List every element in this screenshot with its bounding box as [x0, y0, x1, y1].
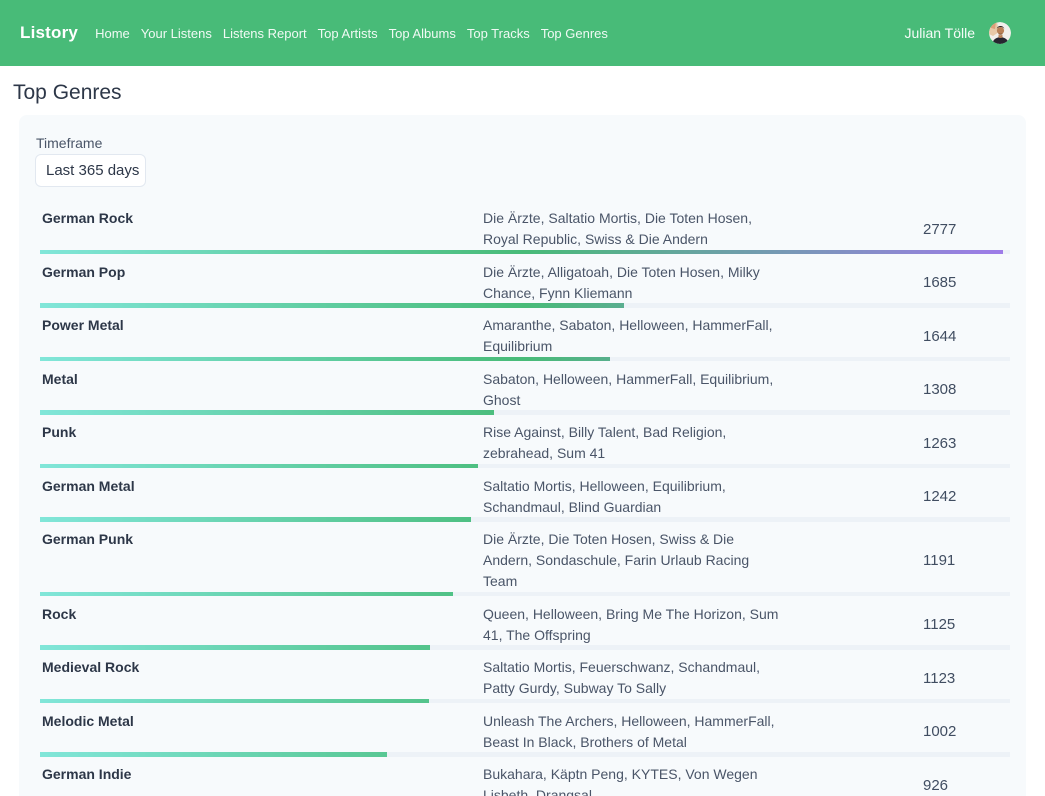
listen-count: 1242 [920, 486, 1010, 507]
genre-row-content: German PopDie Ärzte, Alligatoah, Die Tot… [40, 262, 1010, 304]
genre-row-rock: RockQueen, Helloween, Bring Me The Horiz… [40, 604, 1010, 650]
genre-name: German Pop [40, 262, 481, 283]
genre-row-content: German PunkDie Ärzte, Die Toten Hosen, S… [40, 529, 1010, 592]
artist-list: Die Ärzte, Alligatoah, Die Toten Hosen, … [481, 262, 920, 304]
progress-bar [40, 303, 1010, 308]
genre-row-german-pop: German PopDie Ärzte, Alligatoah, Die Tot… [40, 262, 1010, 308]
progress-bar [40, 357, 1010, 362]
artist-list: Unleash The Archers, Helloween, HammerFa… [481, 711, 920, 753]
nav-link-top-artists[interactable]: Top Artists [318, 26, 378, 41]
genre-row-content: PunkRise Against, Billy Talent, Bad Reli… [40, 422, 1010, 464]
artist-list: Die Ärzte, Die Toten Hosen, Swiss & Die … [481, 529, 920, 592]
genre-row-content: MetalSabaton, Helloween, HammerFall, Equ… [40, 369, 1010, 411]
artist-list: Bukahara, Käptn Peng, KYTES, Von Wegen L… [481, 764, 920, 796]
progress-bar [40, 464, 1010, 469]
artist-list: Amaranthe, Sabaton, Helloween, HammerFal… [481, 315, 920, 357]
genre-row-content: Power MetalAmaranthe, Sabaton, Helloween… [40, 315, 1010, 357]
genre-row-german-indie: German IndieBukahara, Käptn Peng, KYTES,… [40, 764, 1010, 796]
genre-rows: German RockDie Ärzte, Saltatio Mortis, D… [40, 208, 1010, 796]
artist-list: Saltatio Mortis, Helloween, Equilibrium,… [481, 476, 920, 518]
progress-bar-track-rest [624, 303, 1010, 308]
progress-bar-track-rest [471, 517, 1010, 522]
nav-link-home[interactable]: Home [95, 26, 130, 41]
listen-count: 2777 [920, 219, 1010, 240]
genre-name: Melodic Metal [40, 711, 481, 732]
progress-bar [40, 645, 1010, 650]
genre-row-medieval-rock: Medieval RockSaltatio Mortis, Feuerschwa… [40, 657, 1010, 703]
genre-name: German Indie [40, 764, 481, 785]
nav-link-top-genres[interactable]: Top Genres [541, 26, 608, 41]
listen-count: 1685 [920, 272, 1010, 293]
genre-row-content: German RockDie Ärzte, Saltatio Mortis, D… [40, 208, 1010, 250]
nav-link-top-tracks[interactable]: Top Tracks [467, 26, 530, 41]
page-title: Top Genres [13, 80, 1045, 106]
genre-name: Medieval Rock [40, 657, 481, 678]
listen-count: 1644 [920, 326, 1010, 347]
navbar: Listory Home Your Listens Listens Report To… [0, 0, 1045, 66]
genre-row-content: RockQueen, Helloween, Bring Me The Horiz… [40, 604, 1010, 646]
listen-count: 1263 [920, 433, 1010, 454]
genre-row-content: German MetalSaltatio Mortis, Helloween, … [40, 476, 1010, 518]
genre-name: Rock [40, 604, 481, 625]
progress-bar-track-rest [610, 357, 1010, 362]
timeframe-value: Last 365 days [46, 162, 139, 179]
genre-name: Punk [40, 422, 481, 443]
progress-bar [40, 752, 1010, 757]
genre-row-punk: PunkRise Against, Billy Talent, Bad Reli… [40, 422, 1010, 468]
nav-link-top-albums[interactable]: Top Albums [389, 26, 456, 41]
genre-row-power-metal: Power MetalAmaranthe, Sabaton, Helloween… [40, 315, 1010, 361]
genre-name: Metal [40, 369, 481, 390]
artist-list: Die Ärzte, Saltatio Mortis, Die Toten Ho… [481, 208, 920, 250]
genre-row-content: Melodic MetalUnleash The Archers, Hellow… [40, 711, 1010, 753]
progress-bar-track-rest [430, 645, 1010, 650]
avatar[interactable] [989, 22, 1011, 44]
progress-bar [40, 410, 1010, 415]
genre-row-german-metal: German MetalSaltatio Mortis, Helloween, … [40, 476, 1010, 522]
genre-row-metal: MetalSabaton, Helloween, HammerFall, Equ… [40, 369, 1010, 415]
progress-bar-track-rest [494, 410, 1010, 415]
brand-logo[interactable]: Listory [20, 23, 78, 43]
artist-list: Saltatio Mortis, Feuerschwanz, Schandmau… [481, 657, 920, 699]
progress-bar [40, 592, 1010, 597]
listen-count: 1002 [920, 721, 1010, 742]
artist-list: Rise Against, Billy Talent, Bad Religion… [481, 422, 920, 464]
progress-bar-track-rest [478, 464, 1010, 469]
top-genres-card: Timeframe Last 365 days German RockDie Ä… [19, 115, 1026, 796]
genre-name: German Punk [40, 529, 481, 550]
progress-bar [40, 517, 1010, 522]
progress-bar [40, 699, 1010, 704]
genre-name: German Rock [40, 208, 481, 229]
nav-links: Home Your Listens Listens Report Top Artist… [95, 26, 608, 41]
genre-row-melodic-metal: Melodic MetalUnleash The Archers, Hellow… [40, 711, 1010, 757]
timeframe-select[interactable]: Last 365 days [35, 154, 146, 187]
nav-link-listens-report[interactable]: Listens Report [223, 26, 307, 41]
listen-count: 1308 [920, 379, 1010, 400]
genre-row-german-punk: German PunkDie Ärzte, Die Toten Hosen, S… [40, 529, 1010, 596]
listen-count: 1191 [920, 550, 1010, 571]
genre-row-german-rock: German RockDie Ärzte, Saltatio Mortis, D… [40, 208, 1010, 254]
listen-count: 1125 [920, 614, 1010, 635]
genre-name: Power Metal [40, 315, 481, 336]
artist-list: Queen, Helloween, Bring Me The Horizon, … [481, 604, 920, 646]
progress-bar [40, 250, 1010, 255]
progress-bar-track-rest [453, 592, 1010, 597]
genre-row-content: German IndieBukahara, Käptn Peng, KYTES,… [40, 764, 1010, 796]
timeframe-label: Timeframe [36, 133, 1010, 153]
artist-list: Sabaton, Helloween, HammerFall, Equilibr… [481, 369, 920, 411]
progress-bar-track-rest [1003, 250, 1010, 255]
genre-row-content: Medieval RockSaltatio Mortis, Feuerschwa… [40, 657, 1010, 699]
nav-link-your-listens[interactable]: Your Listens [141, 26, 212, 41]
progress-bar-track-rest [429, 699, 1010, 704]
user-menu[interactable]: Julian Tölle [904, 25, 975, 41]
avatar-photo [989, 22, 1011, 44]
listen-count: 1123 [920, 668, 1010, 689]
genre-name: German Metal [40, 476, 481, 497]
progress-bar-track-rest [387, 752, 1010, 757]
listen-count: 926 [920, 775, 1010, 796]
